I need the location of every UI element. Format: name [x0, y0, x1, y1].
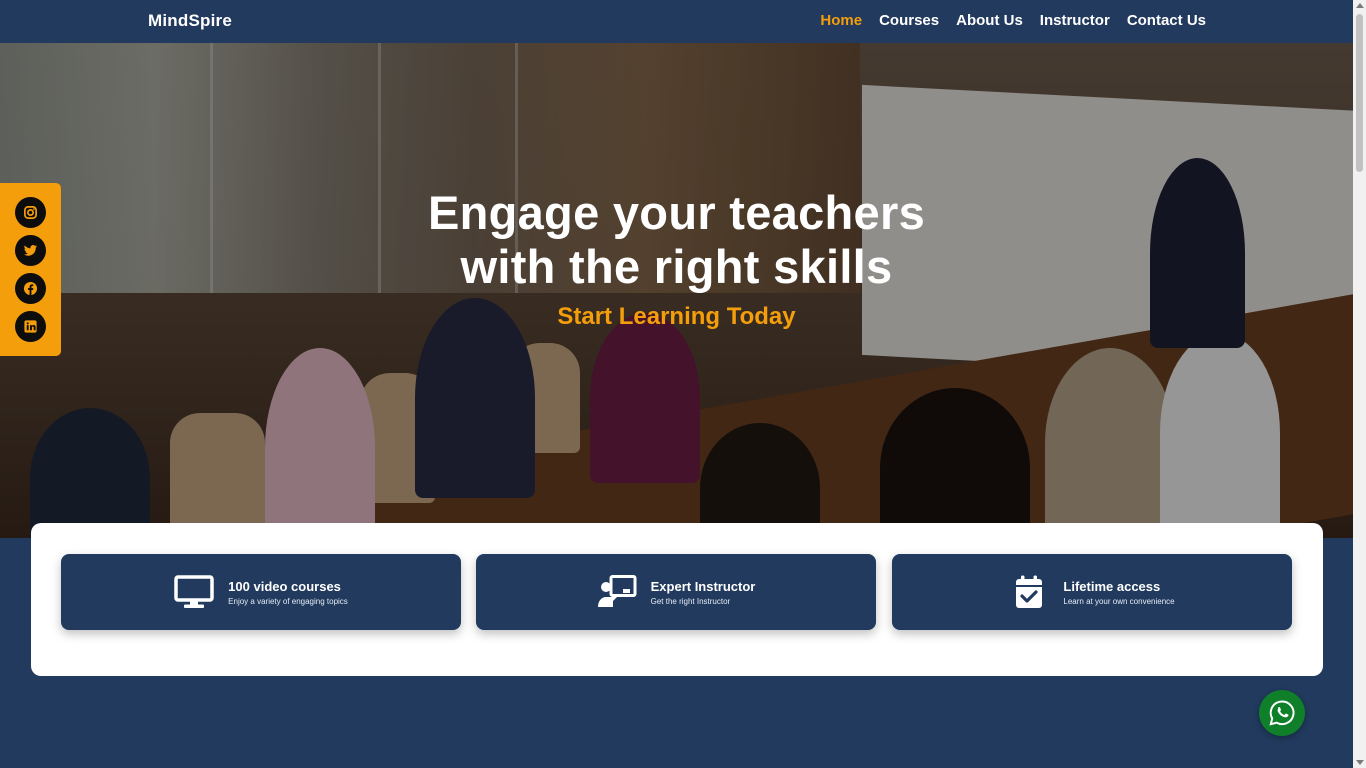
nav-home[interactable]: Home	[820, 12, 862, 29]
feature-title: 100 video courses	[228, 578, 341, 594]
feature-subtitle: Learn at your own convenience	[1063, 596, 1175, 606]
social-sidebar	[0, 183, 61, 356]
feature-card-instructor[interactable]: Expert Instructor Get the right Instruct…	[476, 554, 876, 630]
linkedin-icon[interactable]	[15, 311, 46, 342]
feature-text: 100 video courses Enjoy a variety of eng…	[228, 579, 348, 606]
start-learning-link[interactable]: Start Learning Today	[0, 303, 1353, 331]
brand-logo[interactable]: MindSpire	[148, 11, 232, 31]
scroll-up-arrow-icon[interactable]	[1356, 3, 1364, 8]
scroll-down-arrow-icon[interactable]	[1356, 760, 1364, 765]
feature-text: Lifetime access Learn at your own conven…	[1063, 579, 1174, 606]
hero-title-line2: with the right skills	[460, 240, 893, 293]
monitor-icon	[174, 575, 214, 608]
feature-subtitle: Enjoy a variety of engaging topics	[228, 596, 348, 606]
features-panel: 100 video courses Enjoy a variety of eng…	[31, 523, 1323, 676]
feature-text: Expert Instructor Get the right Instruct…	[651, 579, 756, 606]
nav-contact-us[interactable]: Contact Us	[1127, 12, 1206, 29]
twitter-icon[interactable]	[15, 235, 46, 266]
whatsapp-button[interactable]	[1259, 690, 1305, 736]
hero-title: Engage your teachers with the right skil…	[0, 186, 1353, 294]
instructor-icon	[597, 575, 637, 607]
instagram-icon[interactable]	[15, 197, 46, 228]
feature-card-courses[interactable]: 100 video courses Enjoy a variety of eng…	[61, 554, 461, 630]
page-scrollbar[interactable]	[1353, 0, 1366, 768]
nav-courses[interactable]: Courses	[879, 12, 939, 29]
facebook-icon[interactable]	[15, 273, 46, 304]
hero-title-line1: Engage your teachers	[427, 186, 926, 239]
whatsapp-icon	[1269, 700, 1295, 726]
feature-subtitle: Get the right Instructor	[650, 596, 731, 606]
feature-title: Lifetime access	[1063, 578, 1161, 594]
main-nav: Home Courses About Us Instructor Contact…	[820, 12, 1206, 29]
navbar: MindSpire Home Courses About Us Instruct…	[0, 0, 1353, 43]
feature-card-lifetime[interactable]: Lifetime access Learn at your own conven…	[892, 554, 1292, 630]
scrollbar-thumb[interactable]	[1356, 14, 1363, 172]
nav-about-us[interactable]: About Us	[956, 12, 1023, 29]
nav-instructor[interactable]: Instructor	[1040, 12, 1110, 29]
calendar-check-icon	[1016, 575, 1043, 608]
hero-section: Engage your teachers with the right skil…	[0, 43, 1353, 538]
feature-title: Expert Instructor	[650, 578, 756, 594]
